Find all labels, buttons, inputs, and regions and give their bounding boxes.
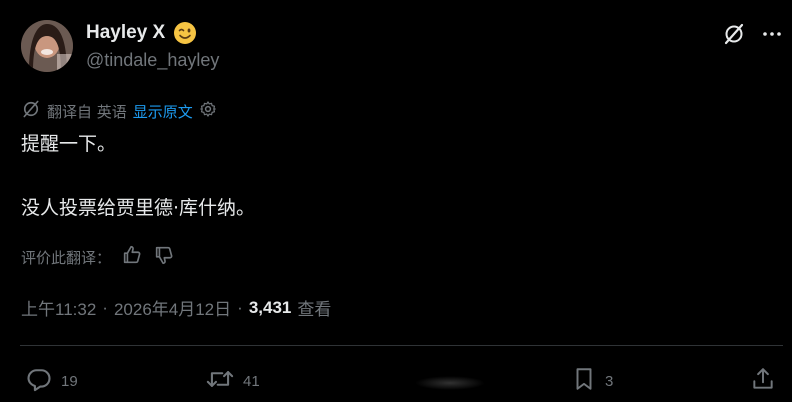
more-options-icon[interactable] — [762, 24, 782, 44]
rate-translation-label: 评价此翻译： — [21, 248, 112, 267]
action-bar: 19 41 3 — [25, 365, 780, 393]
tweet-time[interactable]: 上午11:32 — [21, 295, 96, 320]
show-original-link[interactable]: 显示原文 — [133, 101, 193, 122]
tweet-meta-row: 上午11:32 · 2026年4月12日 · 3,431 查看 — [21, 295, 331, 320]
bookmark-icon — [571, 365, 597, 397]
reply-icon — [25, 365, 53, 397]
thumbs-down-icon[interactable] — [153, 244, 175, 270]
tweet-date[interactable]: 2026年4月12日 — [114, 295, 231, 320]
translated-from-label: 翻译自 英语 — [47, 102, 127, 121]
repost-button[interactable]: 41 — [205, 365, 260, 397]
bookmark-count: 3 — [605, 372, 614, 390]
winking-face-emoji-icon — [173, 21, 197, 45]
tweet-detail: Hayley X @tindale_hayley 翻译自 英语 显示原文 提醒一… — [0, 0, 792, 402]
translation-settings-gear-icon[interactable] — [199, 100, 217, 122]
author-name-row[interactable]: Hayley X — [86, 21, 197, 45]
repost-icon — [205, 365, 235, 397]
grok-icon[interactable] — [722, 22, 746, 46]
translate-icon — [21, 99, 41, 123]
share-button[interactable] — [750, 365, 776, 397]
tweet-text-line-1: 提醒一下。 — [21, 133, 117, 155]
tweet-text-line-2: 没人投票给贾里德·库什纳。 — [21, 197, 256, 219]
meta-separator: · — [237, 297, 243, 317]
tweet-text: 提醒一下。 没人投票给贾里德·库什纳。 — [21, 130, 255, 222]
divider — [20, 345, 783, 346]
bookmark-button[interactable]: 3 — [571, 365, 613, 397]
meta-separator: · — [102, 297, 108, 317]
views-count[interactable]: 3,431 — [249, 298, 292, 318]
rate-translation-row: 评价此翻译： — [21, 244, 175, 270]
thumbs-up-icon[interactable] — [121, 244, 143, 270]
reply-count: 19 — [61, 372, 78, 390]
translation-row: 翻译自 英语 显示原文 — [21, 99, 217, 123]
views-label: 查看 — [297, 300, 332, 319]
avatar[interactable] — [21, 20, 73, 72]
share-icon — [750, 365, 776, 397]
reply-button[interactable]: 19 — [25, 365, 78, 397]
author-handle[interactable]: @tindale_hayley — [86, 50, 219, 71]
top-right-actions — [722, 22, 782, 46]
repost-count: 41 — [243, 372, 260, 390]
author-display-name[interactable]: Hayley X — [86, 22, 165, 44]
image-artifact — [415, 376, 485, 390]
